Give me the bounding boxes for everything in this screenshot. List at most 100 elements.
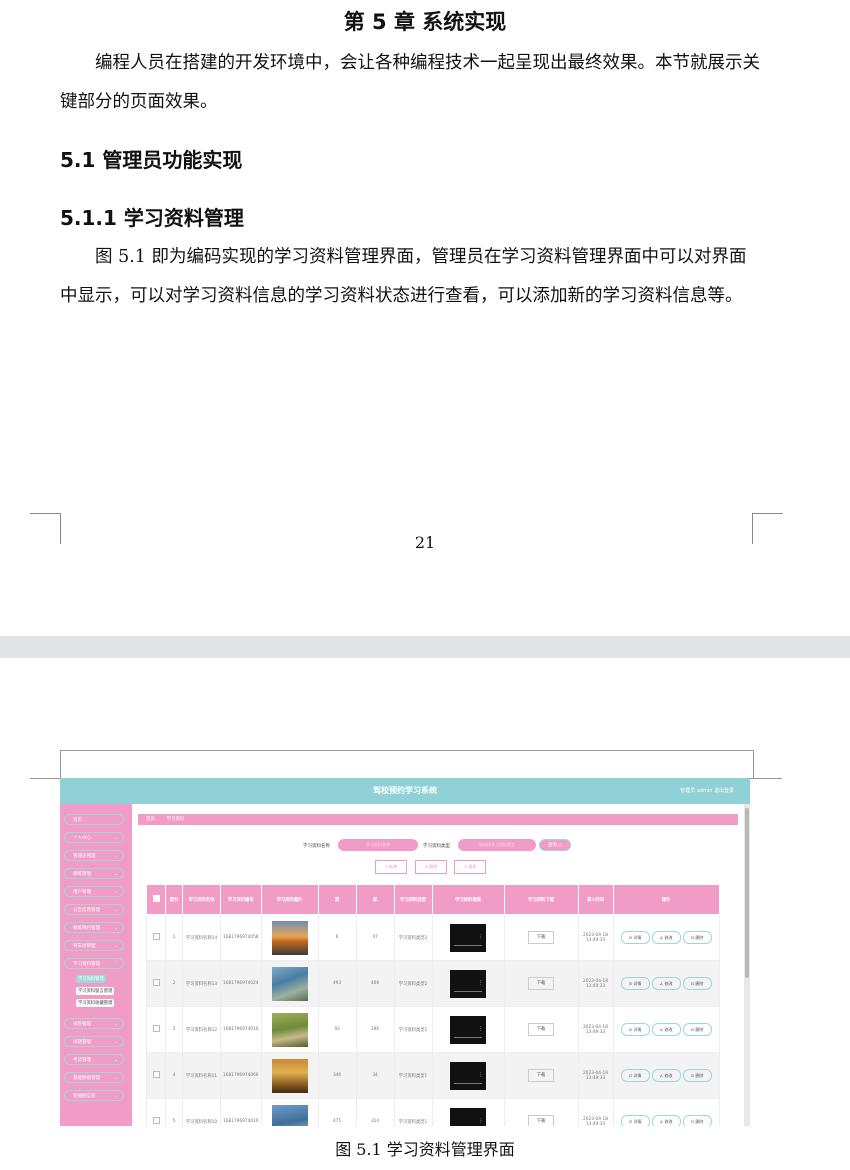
scrollbar-thumb[interactable] — [745, 808, 749, 978]
sidebar-item[interactable]: 试卷管理 ⌄ — [64, 1018, 124, 1029]
edit-button[interactable]: ∠ 修改 — [651, 1023, 681, 1036]
video-progress-bar — [454, 944, 483, 946]
sidebar-sub-item[interactable]: 学习资料管理 — [76, 975, 106, 983]
sidebar-item[interactable]: 基础数据管理 ⌄ — [64, 1072, 124, 1083]
cell-name: 学习资料名称11 — [182, 1052, 221, 1099]
add-button[interactable]: + 新增 — [375, 860, 407, 874]
sidebar-item-label: 教练管理 — [73, 872, 91, 877]
more-icon[interactable]: ⋮ — [478, 1118, 483, 1124]
sidebar-sub-item[interactable]: 学习资料留言管理 — [76, 987, 115, 995]
row-select-cell[interactable] — [146, 1006, 166, 1053]
sidebar-item[interactable]: 首页 — [64, 814, 124, 825]
row-delete-button[interactable]: ⊡ 删除 — [682, 1069, 712, 1082]
select-all-checkbox[interactable] — [152, 895, 160, 902]
download-button[interactable]: 下载 — [528, 931, 555, 944]
sidebar-item[interactable]: 个人中心 ⌄ — [64, 832, 124, 843]
cell-code: 1681796974024 — [220, 960, 262, 1007]
material-thumbnail[interactable] — [271, 966, 308, 1001]
video-player[interactable]: ⋮ — [450, 1061, 487, 1090]
row-select-cell[interactable] — [146, 1098, 166, 1126]
material-thumbnail[interactable] — [271, 1058, 308, 1093]
edit-button[interactable]: ∠ 修改 — [651, 977, 681, 990]
more-icon[interactable]: ⋮ — [478, 980, 483, 986]
sidebar-item[interactable]: 学习资料管理 ⌃ — [64, 958, 124, 969]
sidebar-item[interactable]: 教练管理 ⌄ — [64, 868, 124, 879]
detail-button[interactable]: ⊡ 详情 — [620, 1023, 650, 1036]
sidebar-item[interactable]: 用户管理 ⌄ — [64, 886, 124, 897]
row-select-cell[interactable] — [146, 1052, 166, 1099]
column-header: 操作 — [612, 884, 720, 915]
edit-button[interactable]: ∠ 修改 — [651, 931, 681, 944]
video-player[interactable]: ⋮ — [450, 969, 487, 998]
material-thumbnail[interactable] — [271, 1104, 308, 1126]
table-row[interactable]: 3 学习资料名称12 1681796974010 93 296 学习资料类型1 ⋮ 下载 202… — [146, 1006, 720, 1053]
cell-code: 1681796974058 — [220, 914, 262, 961]
row-delete-button[interactable]: ⊡ 删除 — [682, 1115, 712, 1126]
detail-button[interactable]: ⊡ 详情 — [620, 977, 650, 990]
row-checkbox[interactable] — [152, 933, 160, 940]
table-row[interactable]: 5 学习资料名称10 1681796974010 475 314 学习资料类型1 ⋮ 下载 20… — [146, 1098, 720, 1126]
more-icon[interactable]: ⋮ — [478, 1026, 483, 1032]
sidebar-item[interactable]: 考试管理 ⌄ — [64, 1054, 124, 1065]
cell-ops: ⊡ 详情 ∠ 修改 ⊡ 删除 — [612, 914, 720, 961]
sidebar-item[interactable]: 公告信息管理 ⌄ — [64, 904, 124, 915]
row-checkbox[interactable] — [152, 979, 160, 986]
video-player[interactable]: ⋮ — [450, 923, 487, 952]
chevron-icon: ⌄ — [113, 1075, 118, 1081]
column-header: 索引 — [165, 884, 183, 915]
cell-video: ⋮ — [431, 1052, 505, 1099]
detail-button[interactable]: ⊡ 详情 — [620, 1115, 650, 1126]
sidebar-item-label: 基础数据管理 — [73, 1076, 100, 1081]
row-delete-button[interactable]: ⊡ 删除 — [682, 977, 712, 990]
search-type-select[interactable]: 请选择学习资料类型 — [458, 839, 536, 851]
sidebar-item[interactable]: 驾车场管理 ⌄ — [64, 940, 124, 951]
video-player[interactable]: ⋮ — [450, 1015, 487, 1044]
sidebar-item[interactable]: 轮播图信息 ⌄ — [64, 1090, 124, 1101]
sidebar-item[interactable]: 管理员管理 ⌄ — [64, 850, 124, 861]
table-row[interactable]: 4 学习资料名称11 1681796974066 346 34 学习资料类型1 ⋮ 下载 202… — [146, 1052, 720, 1099]
breadcrumb-item[interactable]: 首页 — [146, 817, 155, 822]
delete-button[interactable]: ⊟ 删除 — [415, 860, 447, 874]
user-info[interactable]: 管理员 admin 退出登录 — [680, 787, 734, 794]
search-name-input[interactable]: 学习资料名称 — [338, 839, 418, 851]
column-header: 学习资料下载 — [503, 884, 579, 915]
row-checkbox[interactable] — [152, 1025, 160, 1032]
download-button[interactable]: 下载 — [528, 1069, 555, 1082]
material-thumbnail[interactable] — [271, 1012, 308, 1047]
section-title: 5.1 管理员功能实现 — [60, 148, 243, 172]
ui-screenshot: 驾校预约学习系统 管理员 admin 退出登录 首页 个人中心 ⌄ 管理员管理 ⌄ 教练管… — [60, 778, 750, 1126]
download-button[interactable]: 下载 — [528, 1023, 555, 1036]
sidebar-item[interactable]: 教练预约管理 ⌄ — [64, 922, 124, 933]
row-delete-button[interactable]: ⊡ 删除 — [682, 1023, 712, 1036]
row-delete-button[interactable]: ⊡ 删除 — [682, 931, 712, 944]
cell-name: 学习资料名称13 — [182, 960, 221, 1007]
detail-button[interactable]: ⊡ 详情 — [620, 1069, 650, 1082]
more-icon[interactable]: ⋮ — [478, 1072, 483, 1078]
edit-button[interactable]: ∠ 修改 — [651, 1115, 681, 1126]
sidebar-item[interactable]: 试题管理 ⌄ — [64, 1036, 124, 1047]
edit-button[interactable]: ∠ 修改 — [651, 1069, 681, 1082]
query-button[interactable]: 查询 ○ — [539, 839, 571, 851]
row-select-cell[interactable] — [146, 914, 166, 961]
video-player[interactable]: ⋮ — [450, 1107, 487, 1126]
row-checkbox[interactable] — [152, 1071, 160, 1078]
more-icon[interactable]: ⋮ — [478, 934, 483, 940]
report-button[interactable]: ◷ 报表 — [454, 860, 486, 874]
cell-image — [260, 914, 319, 961]
header-select-all[interactable] — [146, 884, 166, 915]
cell-index: 5 — [165, 1098, 183, 1126]
row-select-cell[interactable] — [146, 960, 166, 1007]
table-row[interactable]: 2 学习资料名称13 1681796974024 493 408 学习资料类型2 ⋮ 下载 20… — [146, 960, 720, 1007]
cell-video: ⋮ — [431, 1098, 505, 1126]
download-button[interactable]: 下载 — [528, 977, 555, 990]
cell-type: 学习资料类型1 — [393, 1006, 433, 1053]
table-row[interactable]: 1 学习资料名称14 1681796974058 6 47 学习资料类型2 ⋮ 下载 2023-… — [146, 914, 720, 961]
chevron-icon: ⌄ — [113, 835, 118, 841]
cell-download: 下载 — [503, 1052, 579, 1099]
row-checkbox[interactable] — [152, 1117, 160, 1124]
sidebar-sub-item[interactable]: 学习资料收藏管理 — [76, 999, 115, 1007]
download-button[interactable]: 下载 — [528, 1115, 555, 1126]
material-thumbnail[interactable] — [271, 920, 308, 955]
detail-button[interactable]: ⊡ 详情 — [620, 931, 650, 944]
page-gap — [0, 636, 850, 658]
